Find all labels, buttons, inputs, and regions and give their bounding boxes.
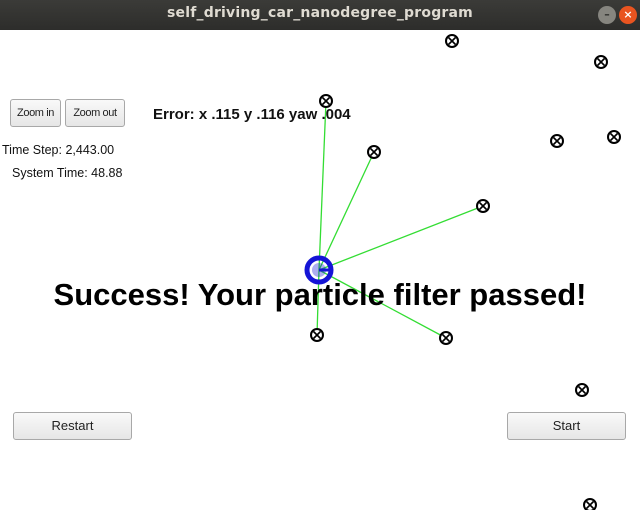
simulator-window: self_driving_car_nanodegree_program – × … (0, 0, 640, 510)
landmark-marker-icon (367, 145, 381, 159)
observation-line (318, 100, 327, 271)
system-time-readout: System Time: 48.88 (12, 166, 123, 180)
landmark-marker-icon (310, 328, 324, 342)
landmark-marker-icon (594, 55, 608, 69)
close-icon[interactable]: × (619, 6, 637, 24)
landmark-marker-icon (445, 34, 459, 48)
landmark-marker-icon (439, 331, 453, 345)
landmark-marker-icon (583, 498, 597, 510)
landmark-marker-icon (575, 383, 589, 397)
landmark-marker-icon (607, 130, 621, 144)
window-titlebar[interactable]: self_driving_car_nanodegree_program – × (0, 0, 640, 30)
landmark-marker-icon (476, 199, 490, 213)
zoom-out-button[interactable]: Zoom out (65, 99, 125, 127)
error-readout: Error: x .115 y .116 yaw .004 (153, 106, 351, 123)
restart-button[interactable]: Restart (13, 412, 132, 440)
success-message: Success! Your particle filter passed! (53, 277, 587, 312)
landmark-marker-icon (550, 134, 564, 148)
start-button[interactable]: Start (507, 412, 626, 440)
minimize-icon[interactable]: – (598, 6, 616, 24)
zoom-in-button[interactable]: Zoom in (10, 99, 61, 127)
window-title: self_driving_car_nanodegree_program (167, 5, 473, 21)
observation-line (318, 205, 484, 271)
time-step-readout: Time Step: 2,443.00 (2, 143, 115, 157)
